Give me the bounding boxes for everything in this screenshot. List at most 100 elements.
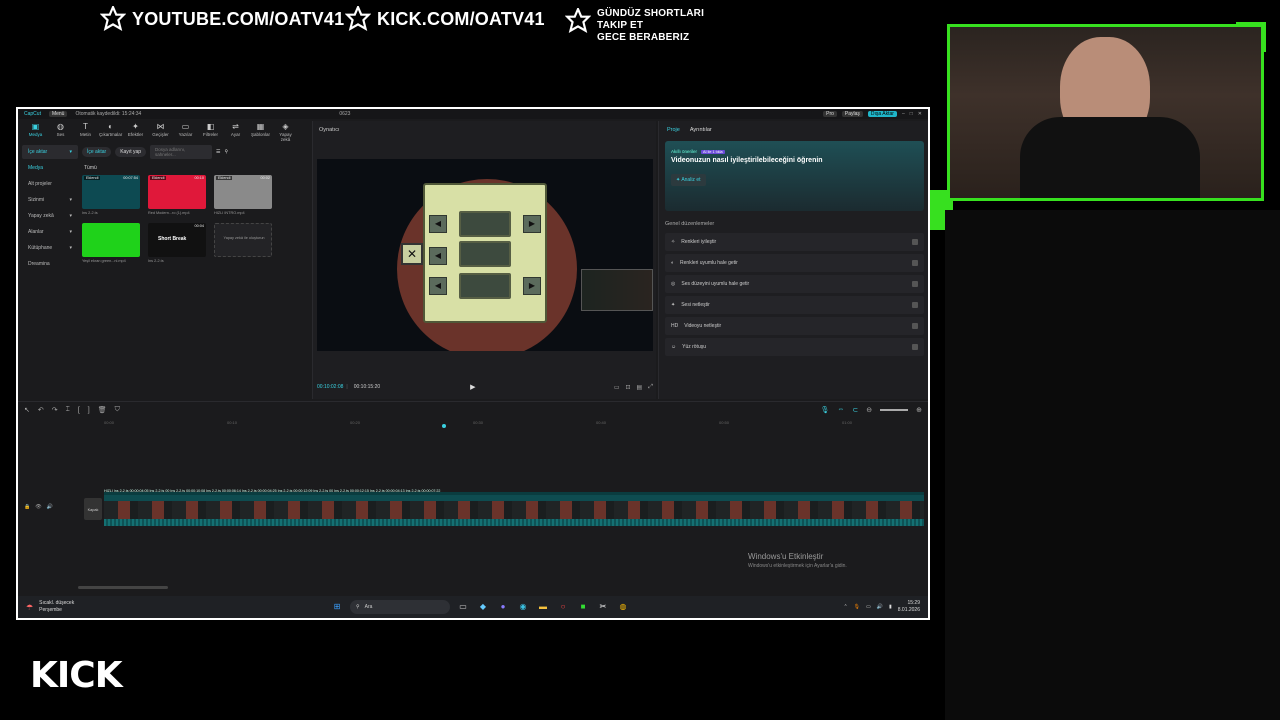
quality-icon[interactable]: ▤ bbox=[637, 384, 643, 391]
preview-canvas[interactable]: ◀ ▶ ◀ ◀ ▶ ✕ bbox=[317, 159, 653, 351]
network-icon[interactable]: ▭ bbox=[866, 604, 871, 610]
general-option[interactable]: ✧ Renkleri iyileştir bbox=[665, 233, 924, 251]
maximize-icon[interactable]: □ bbox=[910, 111, 913, 117]
link-icon[interactable]: ⇔ bbox=[837, 406, 844, 414]
option-toggle[interactable] bbox=[912, 281, 918, 287]
export-button[interactable]: Dışa Aktar bbox=[867, 111, 897, 117]
sidebar-item[interactable]: Yapay zekâ ▾ bbox=[22, 209, 78, 223]
menu-button[interactable]: Menü bbox=[48, 111, 68, 117]
undo-icon[interactable]: ↶ bbox=[38, 406, 44, 414]
tab-details[interactable]: Ayrıntılar bbox=[690, 127, 712, 133]
opera-icon[interactable]: ○ bbox=[556, 600, 570, 614]
toolbar-8[interactable]: ⇌ Ayar bbox=[224, 122, 247, 140]
zoom-slider[interactable] bbox=[880, 409, 909, 411]
general-option[interactable]: ◎ Ses düzeyini uyumlu hale getir bbox=[665, 275, 924, 293]
split-icon[interactable]: ⌶ bbox=[66, 406, 70, 414]
toolbar-6[interactable]: ▭ Yazılar bbox=[174, 122, 197, 140]
windows-start-icon[interactable]: ⊞ bbox=[330, 600, 344, 614]
toolbar-7[interactable]: ◧ Filtreler bbox=[199, 122, 222, 140]
media-item[interactable]: Eklendi 00:10 Red Modern...ro (1).mp4 bbox=[148, 175, 206, 215]
close-icon[interactable]: ✕ bbox=[918, 111, 922, 117]
sidebar-item[interactable]: Alanlar ▾ bbox=[22, 225, 78, 239]
cover-button[interactable]: Kapak bbox=[84, 498, 102, 520]
toolbar-10[interactable]: ◈ Yapay zekâ bbox=[274, 122, 297, 142]
sidebar-item[interactable]: Kütüphane ▾ bbox=[22, 241, 78, 255]
trim-left-icon[interactable]: [ bbox=[78, 407, 80, 414]
chevron-up-icon[interactable]: ⌃ bbox=[843, 604, 847, 610]
general-option[interactable]: HD Videoyu netleştir bbox=[665, 317, 924, 335]
trim-right-icon[interactable]: ] bbox=[88, 407, 90, 414]
capcut-taskbar-icon[interactable]: ✂ bbox=[596, 600, 610, 614]
general-option[interactable]: ✦ Sesi netleştir bbox=[665, 296, 924, 314]
audio-icon[interactable]: 🔊 bbox=[47, 504, 53, 510]
fullscreen-icon[interactable]: ⤢ bbox=[648, 384, 653, 391]
battery-icon[interactable]: ▮ bbox=[889, 604, 892, 610]
media-item[interactable]: Eklendi 00:07:54 Ins 2-2.ts bbox=[82, 175, 140, 215]
weather-icon[interactable]: ☂ bbox=[26, 603, 33, 612]
app-icon[interactable]: ■ bbox=[576, 600, 590, 614]
toolbar-3[interactable]: ◐ Çıkartmalar bbox=[99, 122, 122, 140]
video-track[interactable]: HIZLI Ins 2-2.ts 00:00:04:05 Ins 2-2.ts … bbox=[104, 489, 924, 526]
select-tool-icon[interactable]: ↖ bbox=[24, 406, 30, 414]
mic-icon[interactable]: 🎙 bbox=[820, 406, 829, 414]
clock[interactable]: 15:29 8.01.2026 bbox=[898, 600, 920, 614]
option-toggle[interactable] bbox=[912, 302, 918, 308]
option-toggle[interactable] bbox=[912, 239, 918, 245]
play-icon[interactable]: ▶ bbox=[470, 383, 475, 391]
lock-icon[interactable]: 🔒 bbox=[24, 504, 30, 510]
media-item[interactable]: Yeşil ekran green...ni.mp4 bbox=[82, 223, 140, 263]
taskbar-search[interactable]: ⚲ Ara bbox=[350, 600, 450, 614]
sidebar-item[interactable]: Alt projeler bbox=[22, 177, 78, 191]
toolbar-5[interactable]: ⋈ Geçişler bbox=[149, 122, 172, 140]
general-option[interactable]: ◐ Renkleri uyumlu hale getir bbox=[665, 254, 924, 272]
sidebar-item[interactable]: Medya bbox=[22, 161, 78, 175]
delete-icon[interactable]: 🗑 bbox=[98, 406, 107, 414]
toolbar-1[interactable]: ◍ Ses bbox=[49, 122, 72, 140]
shield-icon[interactable]: ⛉ bbox=[115, 406, 120, 414]
media-item[interactable]: Yapay zekâ ile oluşturun bbox=[214, 223, 272, 263]
option-toggle[interactable] bbox=[912, 260, 918, 266]
filter-icon[interactable]: ⚲ bbox=[225, 149, 229, 155]
option-toggle[interactable] bbox=[912, 323, 918, 329]
toolbar-2[interactable]: T Metin bbox=[74, 122, 97, 140]
ratio-icon[interactable]: ▭ bbox=[614, 384, 620, 391]
import-button[interactable]: İçe aktar bbox=[82, 147, 112, 157]
record-button[interactable]: Kayıt yap bbox=[115, 147, 147, 157]
zoom-out-icon[interactable]: ⊖ bbox=[866, 406, 872, 414]
magnet-icon[interactable]: ⊂ bbox=[852, 406, 858, 414]
tab-project[interactable]: Proje bbox=[667, 127, 680, 133]
task-view-icon[interactable]: ▭ bbox=[456, 600, 470, 614]
mic-tray-icon[interactable]: 🎙 bbox=[854, 604, 860, 610]
zoom-in-icon[interactable]: ⊕ bbox=[916, 406, 922, 414]
time-ruler[interactable]: 00:00 00:10 00:20 00:30 00:40 00:50 01:00 bbox=[104, 420, 924, 428]
minimize-icon[interactable]: – bbox=[902, 111, 905, 117]
sidebar-item[interactable]: İçe aktar ▾ bbox=[22, 145, 78, 159]
fit-icon[interactable]: ⊡ bbox=[625, 384, 630, 391]
toolbar-4[interactable]: ✦ Efektler bbox=[124, 122, 147, 140]
playhead[interactable] bbox=[442, 424, 446, 428]
media-item[interactable]: 00:04 Short Break Ins 2-2.ts bbox=[148, 223, 206, 263]
sidebar-item[interactable]: Sizinmi ▾ bbox=[22, 193, 78, 207]
teams-icon[interactable]: ● bbox=[496, 600, 510, 614]
volume-icon[interactable]: 🔊 bbox=[877, 604, 883, 610]
analyze-button[interactable]: ✦ Analiz et bbox=[671, 174, 706, 186]
chrome-icon[interactable]: ◍ bbox=[616, 600, 630, 614]
eye-icon[interactable]: 👁 bbox=[35, 504, 41, 510]
sidebar-item[interactable]: Dreamina bbox=[22, 257, 78, 271]
general-option[interactable]: ☺ Yüz rötuşu bbox=[665, 338, 924, 356]
pro-button[interactable]: Pro bbox=[823, 111, 837, 117]
toolbar-9[interactable]: ▦ Şablonlar bbox=[249, 122, 272, 140]
option-toggle[interactable] bbox=[912, 344, 918, 350]
share-button[interactable]: Paylaş bbox=[841, 111, 863, 117]
sort-icon[interactable]: ☰ bbox=[216, 149, 220, 155]
stream-side-panel bbox=[945, 210, 1280, 720]
explorer-icon[interactable]: ▬ bbox=[536, 600, 550, 614]
media-item[interactable]: Eklendi 00:02 HIZLI INTRO.mp4 bbox=[214, 175, 272, 215]
edge-icon[interactable]: ◉ bbox=[516, 600, 530, 614]
all-filter-label[interactable]: Tümü bbox=[84, 165, 308, 171]
copilot-icon[interactable]: ◆ bbox=[476, 600, 490, 614]
media-search-input[interactable]: Dosya adlarını, sahneler... bbox=[150, 145, 213, 159]
redo-icon[interactable]: ↷ bbox=[52, 406, 58, 414]
toolbar-0[interactable]: ▣ Medya bbox=[24, 122, 47, 140]
horizontal-scrollbar[interactable] bbox=[78, 586, 168, 589]
